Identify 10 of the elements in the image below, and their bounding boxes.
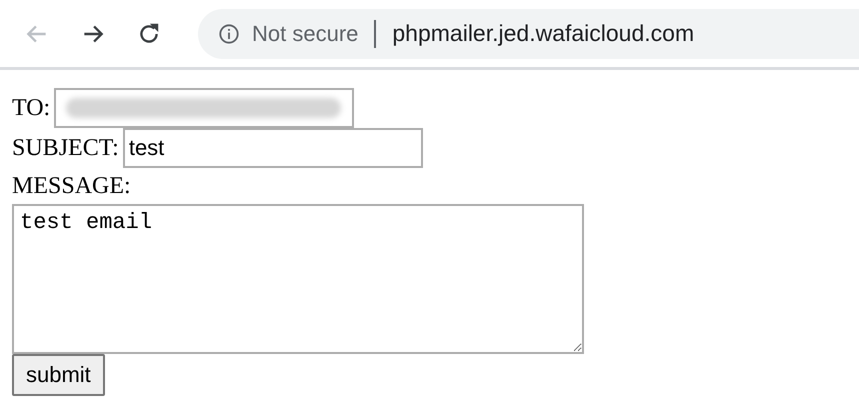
- info-icon[interactable]: [218, 22, 240, 44]
- submit-button[interactable]: submit: [12, 354, 105, 396]
- input-field[interactable]: test: [122, 128, 423, 168]
- message-field[interactable]: test email: [12, 204, 584, 354]
- address-bar[interactable]: Not secure phpmailer.jed.wafaicloud.com: [198, 8, 859, 58]
- url-text: phpmailer.jed.wafaicloud.com: [392, 20, 694, 47]
- field-label: SUBJECT:: [12, 134, 119, 163]
- field-label: TO:: [12, 94, 50, 123]
- security-label: Not secure: [252, 20, 358, 46]
- field-label: MESSAGE:: [12, 172, 131, 201]
